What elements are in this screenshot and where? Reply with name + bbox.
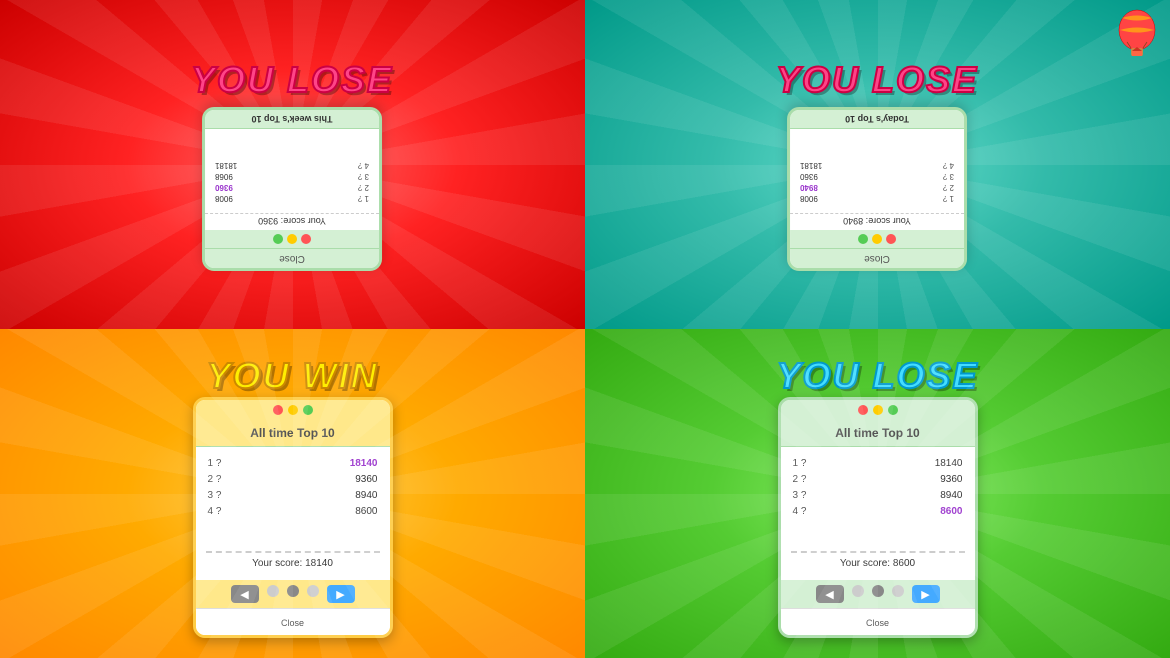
table-row: 1 ? 18140	[793, 458, 963, 469]
table-row: 3 ? 8940	[793, 490, 963, 501]
table-row: 4 ? 18181	[216, 161, 370, 170]
table-row: 1 ? 18140	[208, 458, 378, 469]
tab-label-q4: All time Top 10	[781, 420, 975, 447]
table-row: 1 ? 9008	[216, 194, 370, 203]
table-row: 3 ? 9360	[801, 172, 955, 181]
card-q4: All time Top 10 1 ? 18140 2 ? 9360 3 ? 8…	[778, 397, 978, 638]
nav-dot2-q4[interactable]	[872, 585, 884, 597]
table-row: 3 ? 9068	[216, 172, 370, 181]
leaderboard-q3: 1 ? 18140 2 ? 9360 3 ? 8940 4 ? 8600	[196, 447, 390, 547]
dot-red-q4	[858, 405, 868, 415]
table-row: 4 ? 18181	[801, 161, 955, 170]
card-wrapper-q3: YOU WIN All time Top 10 1 ? 18140 2 ? 93…	[193, 349, 393, 638]
leaderboard-q2: 1 ? 9008 2 ? 8940 3 ? 9360 4 ? 18181	[791, 129, 965, 209]
dot-green-q4	[888, 405, 898, 415]
card-dots-q3	[196, 400, 390, 420]
table-row: 4 ? 8600	[208, 506, 378, 517]
card-wrapper-q1: Close Your score: 9360 1 ? 9008 2 ? 9360…	[191, 59, 393, 271]
card-close-q1: Close	[206, 248, 380, 268]
table-row: 2 ? 9360	[793, 474, 963, 485]
card-wrapper-q2: Close Your score: 8940 1 ? 9008 2 ? 8940…	[776, 59, 978, 271]
result-text-q1: YOU LOSE	[191, 59, 393, 101]
tab-label-q2: Today's Top 10	[791, 110, 965, 129]
close-area-q4: Close	[781, 608, 975, 635]
leaderboard-q1: 1 ? 9008 2 ? 9360 3 ? 9068 4 ? 18181	[206, 129, 380, 209]
table-row: 4 ? 8600	[793, 506, 963, 517]
nav-dot1-q4[interactable]	[852, 585, 864, 597]
dot-yellow-q2	[873, 234, 883, 244]
nav-next-q4[interactable]: ▶	[912, 585, 940, 603]
tab-label-q3: All time Top 10	[196, 420, 390, 447]
table-row: 1 ? 9008	[801, 194, 955, 203]
dot-red-q3	[273, 405, 283, 415]
nav-buttons-q4: ◀ ▶	[781, 580, 975, 608]
result-text-q4: YOU LOSE	[776, 355, 978, 397]
balloon-decoration	[1112, 8, 1162, 68]
nav-prev-q4[interactable]: ◀	[816, 585, 844, 603]
card-q1: Close Your score: 9360 1 ? 9008 2 ? 9360…	[203, 107, 383, 271]
dot-yellow-q3	[288, 405, 298, 415]
dot-green-q2	[859, 234, 869, 244]
dot-red-q2	[887, 234, 897, 244]
nav-next-q3[interactable]: ▶	[327, 585, 355, 603]
card-close-q2: Close	[791, 248, 965, 268]
nav-prev-q3[interactable]: ◀	[231, 585, 259, 603]
nav-buttons-q3: ◀ ▶	[196, 580, 390, 608]
dot-red-q1	[302, 234, 312, 244]
tab-label-q1: This week's Top 10	[206, 110, 380, 129]
score-q2: Your score: 8940	[791, 213, 965, 230]
quadrant-top-left: Close Your score: 9360 1 ? 9008 2 ? 9360…	[0, 0, 585, 329]
dot-yellow-q1	[288, 234, 298, 244]
score-q1: Your score: 9360	[206, 213, 380, 230]
card-q2: Close Your score: 8940 1 ? 9008 2 ? 8940…	[788, 107, 968, 271]
nav-dot2-q3[interactable]	[287, 585, 299, 597]
quadrant-bottom-left: YOU WIN All time Top 10 1 ? 18140 2 ? 93…	[0, 329, 585, 658]
quadrant-top-right: Close Your score: 8940 1 ? 9008 2 ? 8940…	[585, 0, 1170, 329]
dot-green-q3	[303, 405, 313, 415]
close-button-q3[interactable]: Close	[281, 618, 304, 628]
result-text-q3: YOU WIN	[207, 355, 379, 397]
table-row: 2 ? 9360	[208, 474, 378, 485]
table-row: 2 ? 9360	[216, 183, 370, 192]
card-q3: All time Top 10 1 ? 18140 2 ? 9360 3 ? 8…	[193, 397, 393, 638]
table-row: 2 ? 8940	[801, 183, 955, 192]
dot-yellow-q4	[873, 405, 883, 415]
card-dots-q2	[791, 230, 965, 248]
nav-dot3-q3[interactable]	[307, 585, 319, 597]
card-wrapper-q4: YOU LOSE All time Top 10 1 ? 18140 2 ? 9…	[776, 349, 978, 638]
leaderboard-q4: 1 ? 18140 2 ? 9360 3 ? 8940 4 ? 8600	[781, 447, 975, 547]
quadrant-bottom-right: YOU LOSE All time Top 10 1 ? 18140 2 ? 9…	[585, 329, 1170, 658]
nav-dot1-q3[interactable]	[267, 585, 279, 597]
card-dots-q4	[781, 400, 975, 420]
result-text-q2: YOU LOSE	[776, 59, 978, 101]
score-q3: Your score: 18140	[196, 553, 390, 574]
nav-dot3-q4[interactable]	[892, 585, 904, 597]
score-q4: Your score: 8600	[781, 553, 975, 574]
close-button-q4[interactable]: Close	[866, 618, 889, 628]
card-dots-q1	[206, 230, 380, 248]
table-row: 3 ? 8940	[208, 490, 378, 501]
dot-green-q1	[274, 234, 284, 244]
close-area-q3: Close	[196, 608, 390, 635]
